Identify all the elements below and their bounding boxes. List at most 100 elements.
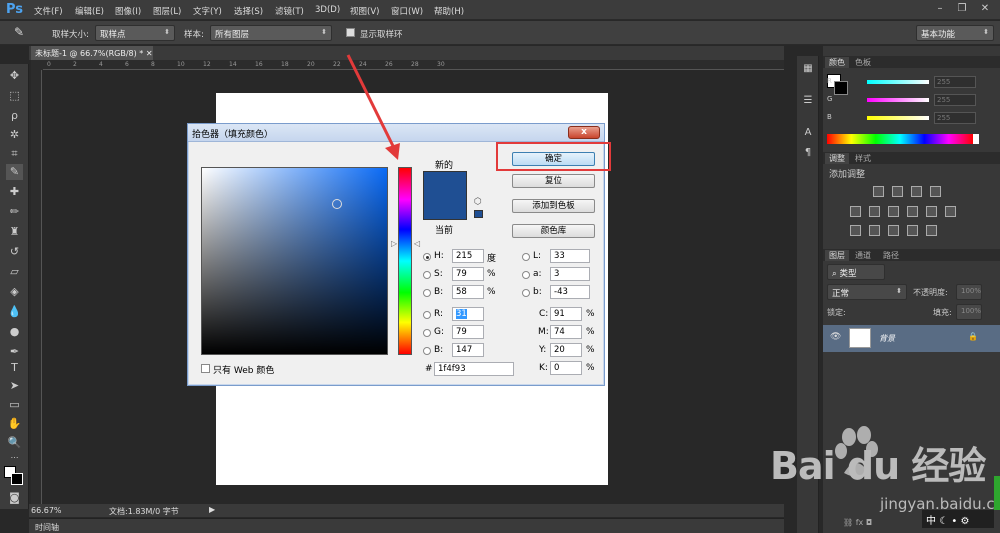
input-g[interactable]: 79 [452, 325, 484, 339]
blend-mode-select[interactable]: 正常 ⬍ [827, 284, 907, 300]
move-tool-icon[interactable]: ✥ [6, 68, 23, 84]
menu-type[interactable]: 文字(Y) [193, 5, 222, 17]
radio-b[interactable] [423, 289, 431, 297]
paint-bucket-icon[interactable]: ◈ [6, 284, 23, 300]
tab-channels[interactable]: 通道 [851, 250, 875, 261]
minimize-icon[interactable]: – [933, 2, 947, 16]
zoom-tool-icon[interactable]: 🔍 [6, 435, 23, 451]
menu-edit[interactable]: 编辑(E) [75, 5, 104, 17]
slider-b[interactable]: B 255 [827, 112, 977, 124]
radio-a[interactable] [522, 271, 530, 279]
menu-image[interactable]: 图像(I) [115, 5, 141, 17]
eye-icon[interactable]: 👁 [830, 332, 841, 342]
hand-tool-icon[interactable]: ✋ [6, 416, 23, 432]
fill-input[interactable]: 100% [956, 304, 982, 320]
menu-layer[interactable]: 图层(L) [153, 5, 181, 17]
input-k[interactable]: 0 [550, 361, 582, 375]
dodge-tool-icon[interactable]: ● [6, 324, 23, 340]
tab-color[interactable]: 颜色 [825, 57, 849, 68]
levels-icon[interactable] [892, 186, 903, 197]
color-cursor[interactable] [332, 199, 342, 209]
exposure-icon[interactable] [930, 186, 941, 197]
opacity-input[interactable]: 100% [956, 284, 982, 300]
input-m[interactable]: 74 [550, 325, 582, 339]
radio-s[interactable] [423, 271, 431, 279]
color-lookup-icon[interactable] [945, 206, 956, 217]
radio-g[interactable] [423, 329, 431, 337]
close-tab-icon[interactable]: ✕ [146, 49, 153, 58]
eyedropper-icon[interactable]: ✎ [14, 25, 24, 39]
balance-icon[interactable] [869, 206, 880, 217]
gradient-map-icon[interactable] [907, 225, 918, 236]
tab-adjustments[interactable]: 调整 [825, 153, 849, 164]
tab-layers[interactable]: 图层 [825, 250, 849, 261]
zoom-level[interactable]: 66.67% [31, 506, 62, 515]
mask-icon[interactable]: ◘ [866, 518, 872, 527]
brightness-icon[interactable] [873, 186, 884, 197]
invert-icon[interactable] [850, 225, 861, 236]
curves-icon[interactable] [911, 186, 922, 197]
eyedropper-tool-icon[interactable]: ✎ [6, 164, 23, 180]
settings-icon[interactable]: ⚙ [960, 516, 969, 527]
slider-r[interactable]: R 255 [827, 76, 977, 88]
path-select-icon[interactable]: ➤ [6, 378, 23, 394]
menu-3d[interactable]: 3D(D) [315, 5, 340, 15]
shape-tool-icon[interactable]: ▭ [6, 397, 23, 413]
add-to-swatches-button[interactable]: 添加到色板 [512, 199, 595, 213]
layer-filter-select[interactable]: ⌕ 类型 [827, 264, 885, 280]
workspace-select[interactable]: 基本功能 ⬍ [916, 25, 994, 41]
hue-arrow-left-icon[interactable]: ▷ [391, 239, 397, 248]
web-safe-swatch[interactable] [474, 210, 483, 218]
hue-arrow-right-icon[interactable]: ◁ [414, 239, 420, 248]
crop-tool-icon[interactable]: ⌗ [6, 146, 23, 162]
close-icon[interactable]: ✕ [978, 2, 992, 16]
healing-brush-icon[interactable]: ✚ [6, 184, 23, 200]
document-tab[interactable]: 未标题-1 @ 66.7%(RGB/8) * ✕ [31, 46, 153, 60]
color-libraries-button[interactable]: 颜色库 [512, 224, 595, 238]
more-tools-icon[interactable]: ⋯ [6, 450, 23, 466]
fx-icon[interactable]: fx [856, 518, 864, 527]
dialog-close-button[interactable]: x [568, 126, 600, 139]
brush-tool-icon[interactable]: ✏ [6, 204, 23, 220]
bw-icon[interactable] [888, 206, 899, 217]
sample-select[interactable]: 所有图层 ⬍ [210, 25, 332, 41]
input-r[interactable]: 31 [452, 307, 484, 321]
threshold-icon[interactable] [888, 225, 899, 236]
selective-color-icon[interactable] [926, 225, 937, 236]
tab-paths[interactable]: 路径 [879, 250, 903, 261]
properties-panel-icon[interactable]: ☰ [801, 94, 815, 108]
radio-l[interactable] [522, 253, 530, 261]
timeline-tab[interactable]: 时间轴 [35, 522, 59, 533]
menu-window[interactable]: 窗口(W) [391, 5, 423, 17]
slider-g[interactable]: G 255 [827, 94, 977, 106]
blur-tool-icon[interactable]: 💧 [6, 304, 23, 320]
input-h[interactable]: 215 [452, 249, 484, 263]
menu-file[interactable]: 文件(F) [34, 5, 63, 17]
show-ring-checkbox[interactable] [346, 28, 355, 37]
sample-size-select[interactable]: 取样点 ⬍ [95, 25, 175, 41]
magic-wand-icon[interactable]: ✲ [6, 127, 23, 143]
layer-name[interactable]: 背景 [879, 333, 895, 344]
character-panel-icon[interactable]: A [801, 126, 815, 140]
quick-mask-icon[interactable]: ◙ [6, 490, 23, 506]
input-a[interactable]: 3 [550, 267, 590, 281]
radio-blue[interactable] [423, 347, 431, 355]
saturation-brightness-field[interactable] [201, 167, 388, 355]
input-y[interactable]: 20 [550, 343, 582, 357]
hue-slider[interactable] [398, 167, 412, 355]
input-b[interactable]: 58 [452, 285, 484, 299]
vibrance-icon[interactable] [850, 206, 861, 217]
input-s[interactable]: 79 [452, 267, 484, 281]
input-l[interactable]: 33 [550, 249, 590, 263]
input-blue[interactable]: 147 [452, 343, 484, 357]
type-tool-icon[interactable]: T [6, 360, 23, 376]
paragraph-panel-icon[interactable]: ¶ [801, 146, 815, 160]
tab-styles[interactable]: 样式 [851, 153, 875, 164]
marquee-tool-icon[interactable]: ⬚ [6, 88, 23, 104]
menu-help[interactable]: 帮助(H) [434, 5, 464, 17]
stamp-tool-icon[interactable]: ♜ [6, 224, 23, 240]
input-c[interactable]: 91 [550, 307, 582, 321]
menu-filter[interactable]: 滤镜(T) [275, 5, 304, 17]
hex-input[interactable]: 1f4f93 [434, 362, 514, 376]
radio-h[interactable] [423, 253, 431, 261]
